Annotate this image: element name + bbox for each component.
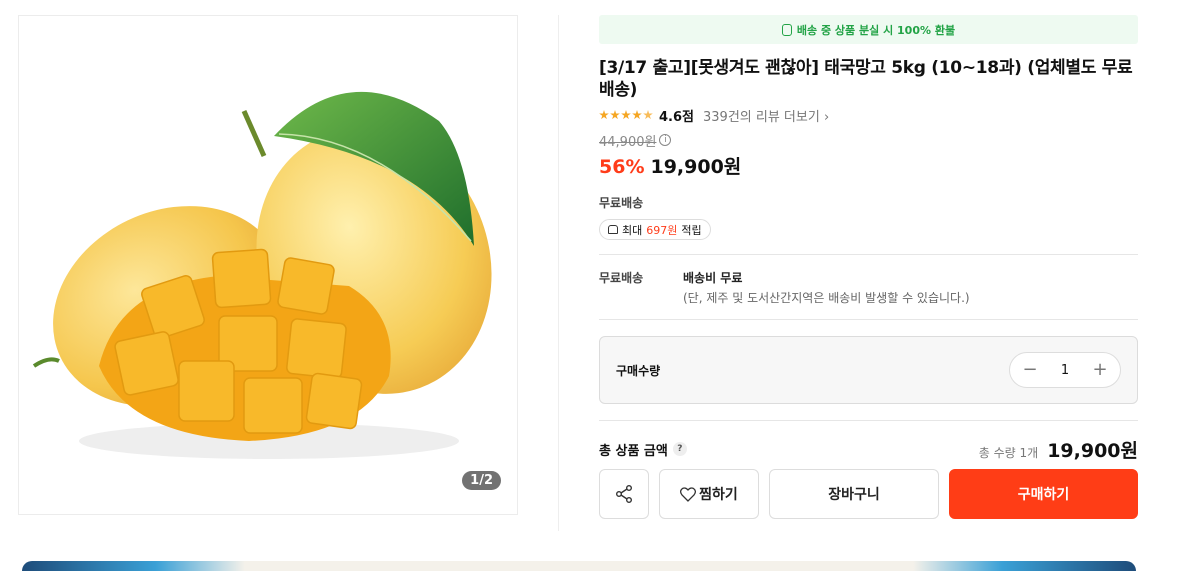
discount-rate: 56% — [599, 156, 645, 178]
original-price-row: 44,900원 i — [599, 131, 1138, 150]
star-icon — [599, 110, 609, 120]
delivery-label: 무료배송 — [599, 271, 644, 285]
points-badge: 최대 697원 적립 — [599, 219, 711, 240]
product-title: [3/17 출고][못생겨도 괜찮아] 태국망고 5kg (10~18과) (업… — [599, 58, 1133, 100]
rating-score: 4.6점 — [659, 109, 694, 125]
star-icon — [643, 110, 653, 120]
total-count: 총 수량 1개 — [978, 445, 1039, 460]
refund-banner: 배송 중 상품 분실 시 100% 환불 — [599, 15, 1138, 44]
quantity-value[interactable]: 1 — [1061, 363, 1069, 378]
star-icon — [610, 110, 620, 120]
minus-button[interactable]: − — [1022, 361, 1038, 379]
mango-image — [32, 91, 492, 459]
product-page: 1/2 배송 중 상품 분실 시 100% 환불 [3/17 출고][못생겨도 … — [0, 0, 1180, 571]
price-row: 56% 19,900원 — [599, 152, 1138, 178]
total-amount: 19,900원 — [1047, 439, 1138, 462]
star-icon — [632, 110, 642, 120]
delivery-info: 무료배송 배송비 무료 (단, 제주 및 도서산간지역은 배송비 발생할 수 있… — [599, 255, 1138, 319]
plus-button[interactable]: + — [1092, 361, 1108, 379]
promo-banner[interactable] — [22, 561, 1136, 571]
product-info: 배송 중 상품 분실 시 100% 환불 [3/17 출고][못생겨도 괜찮아]… — [599, 15, 1138, 519]
free-shipping-label: 무료배송 — [599, 196, 644, 210]
delivery-note: (단, 제주 및 도서산간지역은 배송비 발생할 수 있습니다.) — [683, 291, 970, 305]
total-row: 총 상품 금액? 총 수량 1개 19,900원 — [599, 437, 1138, 462]
original-price: 44,900원 — [599, 134, 657, 150]
rating-row: 4.6점 339건의 리뷰 더보기 › — [599, 106, 1138, 125]
star-icon — [621, 110, 631, 120]
column-divider — [558, 15, 559, 531]
refund-banner-text: 배송 중 상품 분실 시 100% 환불 — [796, 23, 956, 37]
coin-icon — [781, 23, 792, 36]
buy-button[interactable]: 구매하기 — [949, 469, 1138, 519]
cart-button[interactable]: 장바구니 — [769, 469, 939, 519]
delivery-fee: 배송비 무료 — [683, 271, 743, 285]
quantity-box: 구매수량 − 1 + — [599, 336, 1138, 404]
chevron-right-icon: › — [823, 109, 830, 125]
sale-price: 19,900원 — [650, 156, 742, 178]
divider — [599, 319, 1138, 320]
share-button[interactable] — [599, 469, 649, 519]
quantity-label: 구매수량 — [616, 363, 661, 378]
info-icon[interactable]: i — [659, 134, 672, 146]
rating-stars — [599, 110, 653, 120]
divider — [599, 420, 1138, 421]
heart-icon — [680, 486, 697, 502]
share-icon — [616, 485, 632, 503]
point-icon — [608, 225, 618, 234]
action-buttons: 찜하기 장바구니 구매하기 — [599, 469, 1138, 519]
points-amount: 697원 — [646, 223, 678, 237]
product-image-gallery[interactable]: 1/2 — [18, 15, 518, 515]
quantity-stepper: − 1 + — [1009, 352, 1121, 388]
help-icon[interactable]: ? — [672, 442, 687, 456]
reviews-link[interactable]: 339건의 리뷰 더보기 › — [703, 106, 829, 125]
total-label: 총 상품 금액? — [599, 440, 687, 459]
image-pager[interactable]: 1/2 — [462, 471, 501, 490]
wish-button[interactable]: 찜하기 — [659, 469, 759, 519]
